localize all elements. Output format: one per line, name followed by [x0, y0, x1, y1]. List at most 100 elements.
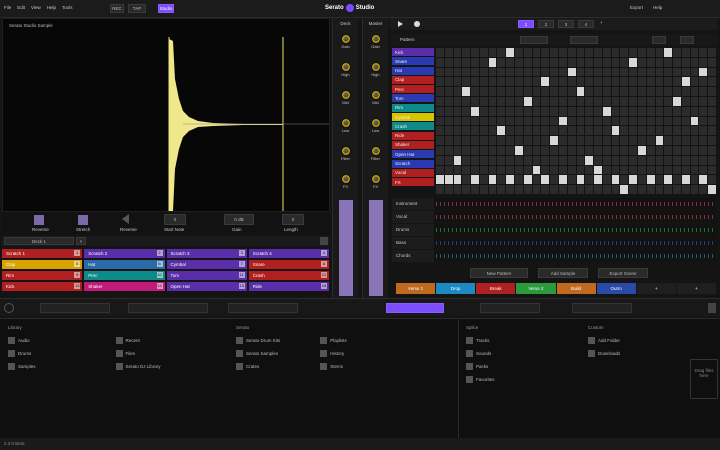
- step-cell[interactable]: [479, 77, 488, 87]
- track-label[interactable]: Rim: [392, 103, 434, 112]
- scene-button[interactable]: Verse 1: [396, 283, 436, 294]
- step-cell[interactable]: [655, 97, 664, 106]
- step-cell[interactable]: [550, 136, 558, 145]
- step-cell[interactable]: [637, 165, 646, 175]
- step-cell[interactable]: [541, 48, 550, 57]
- step-cell[interactable]: [567, 77, 576, 87]
- instrument-track-row[interactable]: Bass: [392, 237, 716, 249]
- step-sequencer[interactable]: [436, 48, 716, 194]
- step-cell[interactable]: [479, 87, 488, 96]
- step-cell[interactable]: [576, 165, 585, 175]
- step-cell[interactable]: [497, 106, 506, 116]
- step-cell[interactable]: [479, 165, 488, 175]
- step-cell[interactable]: [462, 155, 471, 165]
- step-cell[interactable]: [664, 165, 673, 175]
- step-cell[interactable]: [655, 67, 664, 77]
- stretch-icon[interactable]: [78, 215, 88, 225]
- expand-icon[interactable]: [708, 303, 716, 313]
- step-cell[interactable]: [523, 185, 532, 194]
- step-cell[interactable]: [708, 185, 716, 194]
- step-cell[interactable]: [611, 77, 620, 87]
- step-cell[interactable]: [664, 48, 673, 57]
- browser-item[interactable]: Audio: [8, 336, 36, 345]
- options-button[interactable]: [680, 36, 694, 44]
- track-label[interactable]: Tom: [392, 94, 434, 103]
- step-cell[interactable]: [673, 48, 681, 57]
- step-cell[interactable]: [462, 87, 471, 96]
- step-cell[interactable]: [444, 57, 453, 67]
- step-cell[interactable]: [611, 155, 620, 165]
- deck-slot-2[interactable]: [128, 303, 208, 313]
- knob-filter[interactable]: [370, 146, 381, 156]
- step-cell[interactable]: [637, 97, 646, 106]
- step-cell[interactable]: [506, 136, 515, 145]
- step-cell[interactable]: [585, 116, 594, 126]
- step-cell[interactable]: [646, 87, 655, 96]
- sample-pad[interactable]: Tom 11: [166, 271, 248, 280]
- menu-tools[interactable]: Tools: [62, 5, 73, 10]
- knob-low[interactable]: [370, 118, 381, 128]
- step-cell[interactable]: [436, 126, 444, 136]
- step-cell[interactable]: [646, 136, 655, 145]
- step-cell[interactable]: [602, 57, 611, 67]
- step-cell[interactable]: [567, 106, 576, 116]
- channel-1-fader[interactable]: [339, 200, 353, 296]
- step-cell[interactable]: [629, 136, 637, 145]
- step-cell[interactable]: [620, 57, 629, 67]
- step-cell[interactable]: [497, 77, 506, 87]
- add-pattern-icon[interactable]: +: [600, 20, 603, 25]
- browser-item[interactable]: Downloads: [588, 349, 678, 358]
- step-cell[interactable]: [567, 155, 576, 165]
- step-cell[interactable]: [594, 97, 602, 106]
- step-cell[interactable]: [646, 57, 655, 67]
- sample-pad[interactable]: Rim 9: [2, 271, 84, 280]
- step-cell[interactable]: [664, 87, 673, 96]
- step-cell[interactable]: [453, 185, 462, 194]
- step-cell[interactable]: [646, 97, 655, 106]
- step-cell[interactable]: [664, 106, 673, 116]
- step-cell[interactable]: [453, 87, 462, 96]
- step-cell[interactable]: [611, 87, 620, 96]
- step-cell[interactable]: [699, 77, 708, 87]
- knob-gain[interactable]: [370, 34, 381, 44]
- step-cell[interactable]: [594, 126, 602, 136]
- close-icon[interactable]: ×: [76, 237, 86, 245]
- step-cell[interactable]: [462, 136, 471, 145]
- step-cell[interactable]: [471, 136, 479, 145]
- step-cell[interactable]: [479, 126, 488, 136]
- step-cell[interactable]: [471, 67, 479, 77]
- step-cell[interactable]: [585, 146, 594, 155]
- step-cell[interactable]: [506, 87, 515, 96]
- track-label[interactable]: Kick: [392, 48, 434, 56]
- step-cell[interactable]: [541, 155, 550, 165]
- step-cell[interactable]: [532, 77, 541, 87]
- track-label[interactable]: Vocal: [392, 168, 434, 177]
- track-label[interactable]: Clap: [392, 75, 434, 84]
- pattern-3-button[interactable]: 3: [558, 20, 574, 28]
- step-cell[interactable]: [436, 57, 444, 67]
- step-cell[interactable]: [523, 67, 532, 77]
- step-cell[interactable]: [558, 106, 567, 116]
- step-cell[interactable]: [620, 136, 629, 145]
- step-cell[interactable]: [558, 116, 567, 126]
- step-cell[interactable]: [646, 155, 655, 165]
- step-cell[interactable]: [646, 77, 655, 87]
- step-cell[interactable]: [515, 106, 523, 116]
- step-cell[interactable]: [558, 48, 567, 57]
- sample-pad[interactable]: Scratch 2 2: [84, 249, 166, 258]
- step-cell[interactable]: [681, 165, 690, 175]
- export-button[interactable]: Export: [630, 5, 643, 10]
- step-cell[interactable]: [611, 126, 620, 136]
- step-cell[interactable]: [488, 106, 497, 116]
- step-cell[interactable]: [532, 48, 541, 57]
- step-cell[interactable]: [453, 165, 462, 175]
- step-cell[interactable]: [541, 185, 550, 194]
- step-cell[interactable]: [488, 116, 497, 126]
- step-cell[interactable]: [462, 97, 471, 106]
- pattern-4-button[interactable]: 4: [578, 20, 594, 28]
- step-cell[interactable]: [646, 106, 655, 116]
- step-cell[interactable]: [690, 155, 699, 165]
- browser-item[interactable]: Favorites: [466, 375, 576, 384]
- step-cell[interactable]: [637, 116, 646, 126]
- step-cell[interactable]: [550, 116, 558, 126]
